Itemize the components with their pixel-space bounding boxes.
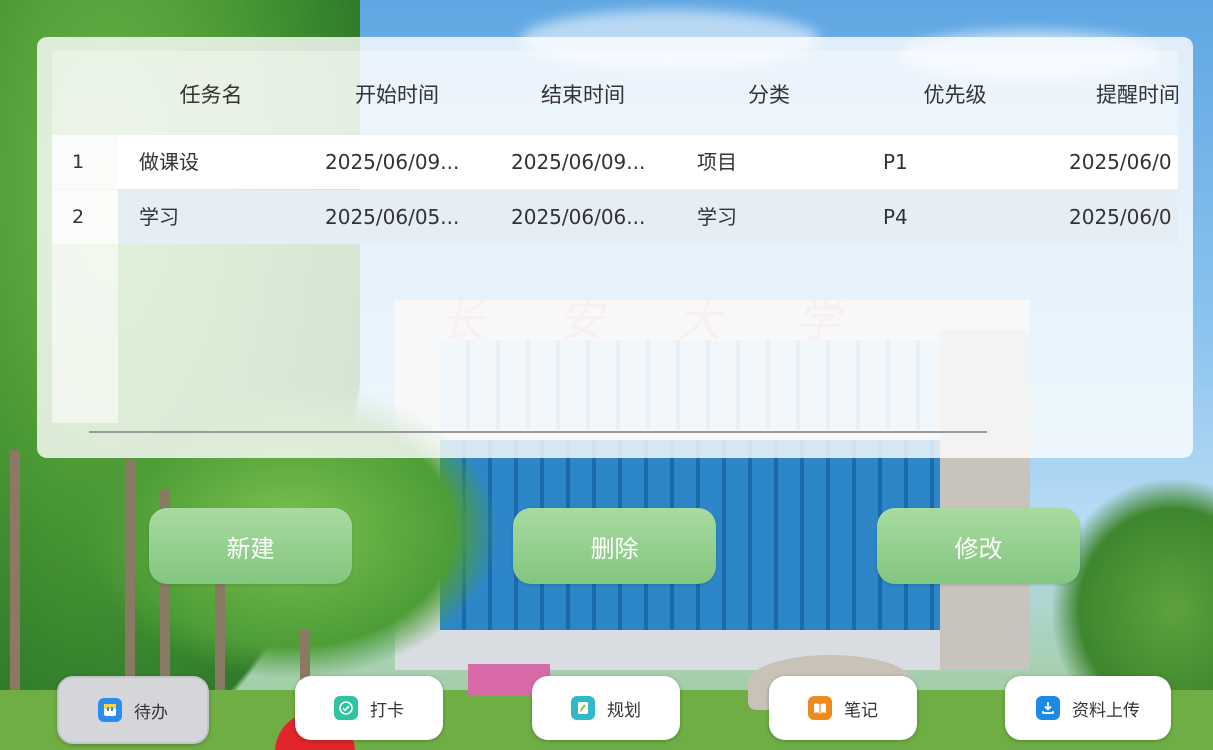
upload-icon [1036,696,1060,720]
edit-task-button[interactable]: 修改 [877,508,1080,584]
checkin-icon [334,696,358,720]
cell-category[interactable]: 学习 [697,190,737,244]
cell-priority[interactable]: P1 [883,135,908,189]
row-number: 1 [52,135,118,189]
cell-end-time[interactable]: 2025/06/09... [511,135,661,189]
todo-icon [98,698,122,722]
table-row[interactable]: 1 做课设 2025/06/09... 2025/06/09... 项目 P1 … [52,135,1178,189]
task-table: 任务名 开始时间 结束时间 分类 优先级 提醒时间 1 做课设 2025/06/… [52,51,1178,441]
cell-task-name[interactable]: 做课设 [139,135,199,189]
cell-category[interactable]: 项目 [697,135,737,189]
row-number: 2 [52,190,118,244]
column-header-priority[interactable]: 优先级 [862,79,1048,109]
delete-task-button[interactable]: 删除 [513,508,716,584]
tab-label: 规划 [607,700,641,721]
column-header-end-time[interactable]: 结束时间 [490,79,676,109]
column-header-start-time[interactable]: 开始时间 [304,79,490,109]
new-task-button[interactable]: 新建 [149,508,352,584]
table-header: 任务名 开始时间 结束时间 分类 优先级 提醒时间 [52,51,1178,135]
tab-label: 打卡 [370,700,404,721]
cell-start-time[interactable]: 2025/06/05... [325,190,475,244]
column-header-reminder-time[interactable]: 提醒时间 [1048,79,1178,109]
cell-reminder-time[interactable]: 2025/06/0 [1069,190,1178,244]
tab-todo[interactable]: 待办 [57,676,209,744]
tab-label: 笔记 [844,700,878,721]
tab-plan[interactable]: 规划 [532,676,680,740]
horizontal-scrollbar[interactable] [89,431,987,433]
tab-checkin[interactable]: 打卡 [295,676,443,740]
table-row[interactable]: 2 学习 2025/06/05... 2025/06/06... 学习 P4 2… [52,190,1178,244]
plan-icon [571,696,595,720]
column-header-category[interactable]: 分类 [676,79,862,109]
cell-start-time[interactable]: 2025/06/09... [325,135,475,189]
tab-notes[interactable]: 笔记 [769,676,917,740]
tab-upload[interactable]: 资料上传 [1005,676,1171,740]
cell-reminder-time[interactable]: 2025/06/0 [1069,135,1178,189]
cell-priority[interactable]: P4 [883,190,908,244]
task-table-panel: 任务名 开始时间 结束时间 分类 优先级 提醒时间 1 做课设 2025/06/… [37,37,1193,458]
notes-icon [808,696,832,720]
tab-label: 待办 [134,702,168,723]
cell-task-name[interactable]: 学习 [139,190,179,244]
cell-end-time[interactable]: 2025/06/06... [511,190,661,244]
column-header-task-name[interactable]: 任务名 [118,79,304,109]
tab-label: 资料上传 [1072,700,1140,721]
